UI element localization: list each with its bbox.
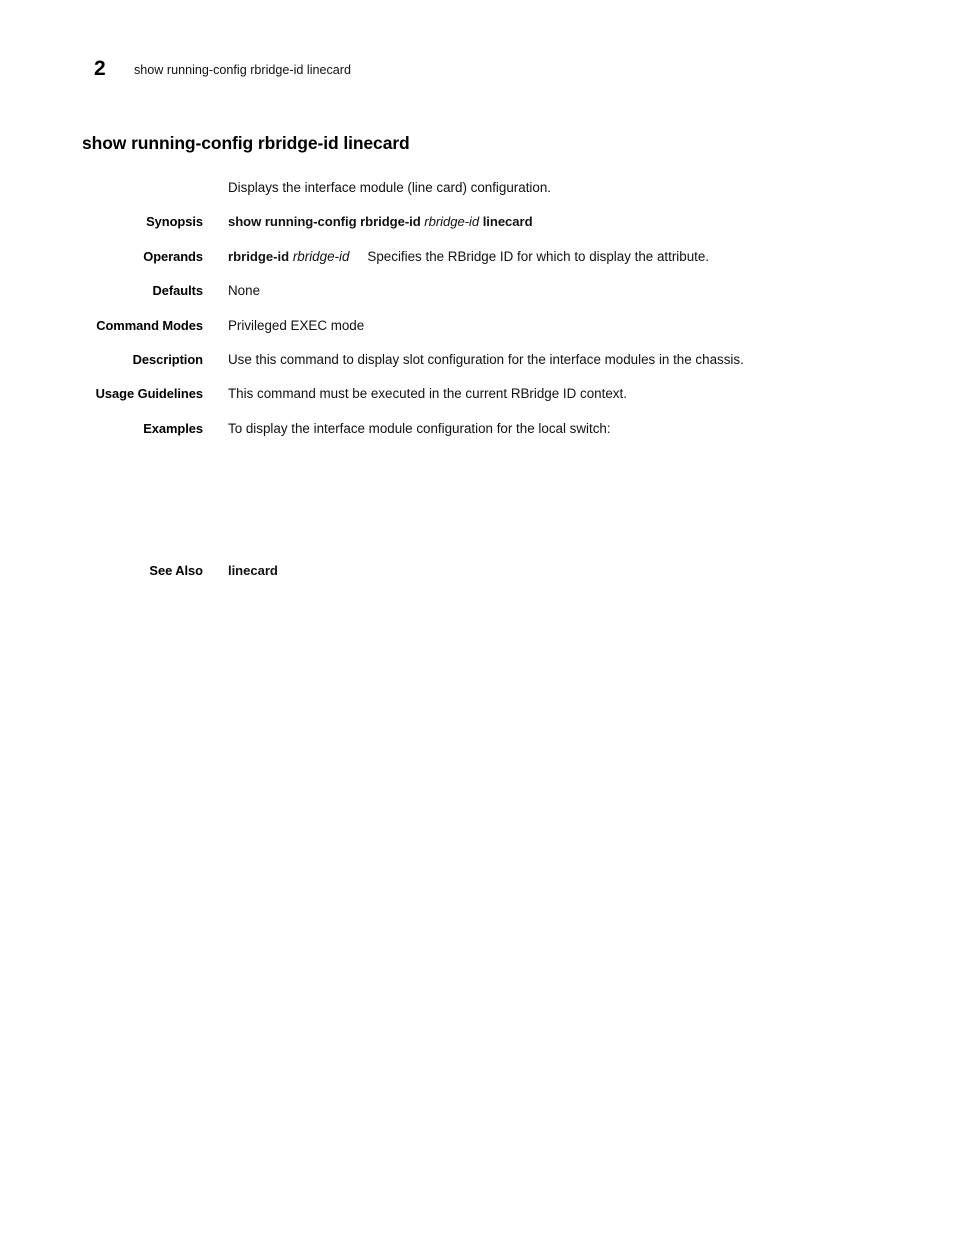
examples-row: Examples To display the interface module… bbox=[0, 421, 954, 455]
synopsis-row: Synopsis show running-config rbridge-id … bbox=[0, 214, 954, 248]
command-modes-row: Command Modes Privileged EXEC mode bbox=[0, 318, 954, 352]
intro-row: Displays the interface module (line card… bbox=[0, 180, 954, 214]
command-modes-label: Command Modes bbox=[96, 317, 203, 333]
defaults-row: Defaults None bbox=[0, 283, 954, 317]
synopsis-command-suffix: linecard bbox=[482, 214, 533, 230]
usage-guidelines-value: This command must be executed in the cur… bbox=[228, 386, 627, 402]
see-also-row: See Also linecard bbox=[0, 563, 954, 579]
operands-description: Specifies the RBridge ID for which to di… bbox=[367, 248, 710, 264]
operands-term: rbridge-id bbox=[228, 248, 290, 264]
command-reference-list: Displays the interface module (line card… bbox=[0, 180, 954, 455]
see-also-value[interactable]: linecard bbox=[228, 563, 954, 579]
page-number: 2 bbox=[94, 57, 106, 80]
description-row: Description Use this command to display … bbox=[0, 352, 954, 386]
defaults-value: None bbox=[228, 283, 261, 299]
usage-guidelines-label: Usage Guidelines bbox=[95, 386, 203, 402]
document-page: 2 show running-config rbridge-id linecar… bbox=[0, 0, 954, 1235]
synopsis-command-prefix: show running-config rbridge-id bbox=[228, 214, 421, 230]
description-value: Use this command to display slot configu… bbox=[228, 351, 744, 367]
operands-row: Operands rbridge-id rbridge-id Specifies … bbox=[0, 249, 954, 283]
synopsis-command-variable: rbridge-id bbox=[424, 214, 480, 230]
usage-guidelines-row: Usage Guidelines This command must be ex… bbox=[0, 386, 954, 420]
running-header: 2 show running-config rbridge-id linecar… bbox=[94, 58, 351, 79]
intro-text: Displays the interface module (line card… bbox=[228, 180, 552, 195]
running-header-title: show running-config rbridge-id linecard bbox=[134, 63, 352, 77]
examples-value: To display the interface module configur… bbox=[228, 420, 611, 436]
synopsis-value: show running-config rbridge-id rbridge-i… bbox=[228, 214, 954, 230]
example-code-block bbox=[228, 464, 868, 568]
see-also-label: See Also bbox=[149, 563, 203, 578]
synopsis-label: Synopsis bbox=[146, 214, 203, 230]
operands-label: Operands bbox=[143, 248, 203, 264]
examples-label: Examples bbox=[143, 420, 203, 436]
operands-term-variable: rbridge-id bbox=[292, 248, 350, 264]
page-title: show running-config rbridge-id linecard bbox=[82, 133, 410, 153]
command-modes-value: Privileged EXEC mode bbox=[228, 317, 365, 333]
operands-value: rbridge-id rbridge-id Specifies the RBrid… bbox=[228, 249, 954, 266]
description-label: Description bbox=[132, 351, 203, 367]
defaults-label: Defaults bbox=[152, 283, 204, 299]
